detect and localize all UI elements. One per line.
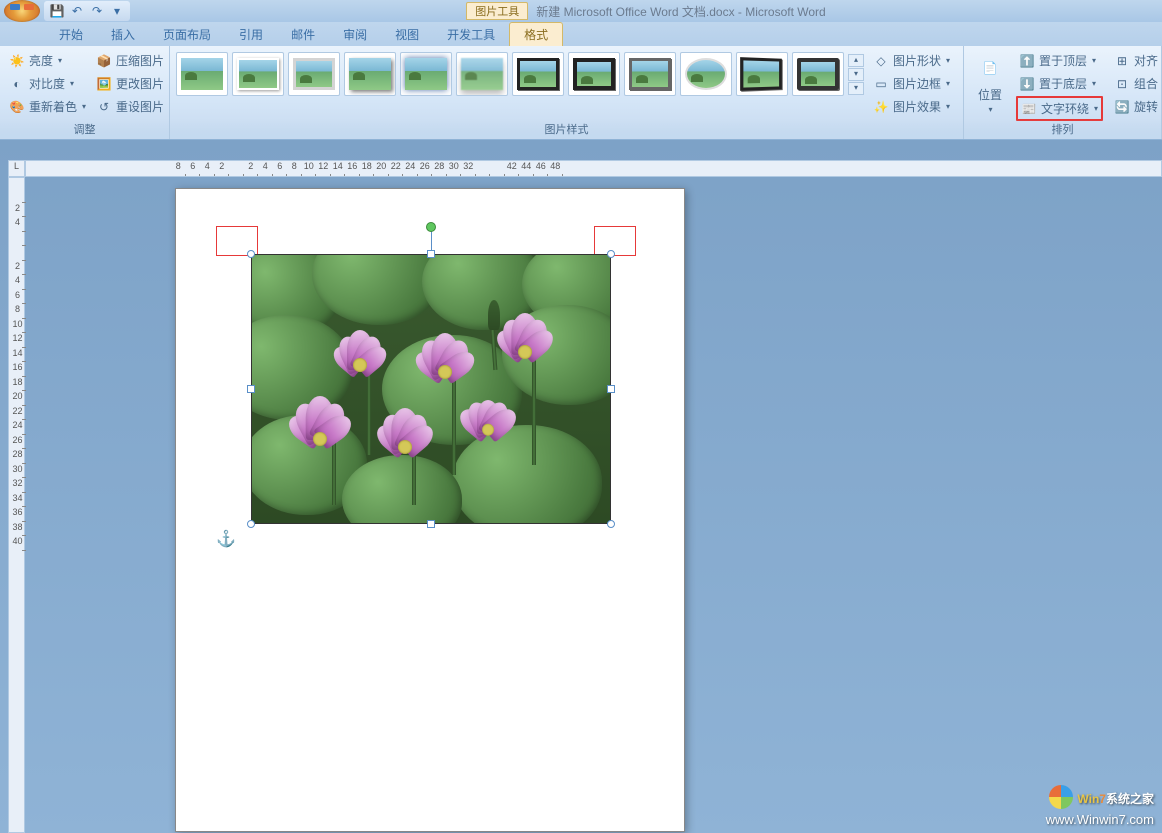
group-icon: ⊡ xyxy=(1114,76,1130,92)
style-thumb[interactable] xyxy=(400,52,452,96)
bring-to-front-button[interactable]: ⬆️置于顶层▾ xyxy=(1016,50,1103,71)
style-thumb[interactable] xyxy=(792,52,844,96)
contrast-button[interactable]: ◐对比度▾ xyxy=(6,73,89,94)
redo-icon[interactable]: ↷ xyxy=(88,2,106,20)
text-wrap-button[interactable]: 📰文字环绕▾ xyxy=(1016,96,1103,121)
brightness-icon: ☀️ xyxy=(9,53,25,69)
context-tab-group-label: 图片工具 xyxy=(466,2,528,20)
picture-shape-button[interactable]: ◇图片形状▾ xyxy=(870,50,953,71)
contrast-icon: ◐ xyxy=(9,76,25,92)
gallery-scroll[interactable]: ▴▾▾ xyxy=(848,54,864,95)
document-page[interactable]: ⚓ xyxy=(175,188,685,832)
style-thumb[interactable] xyxy=(232,52,284,96)
picture-effects-button[interactable]: ✨图片效果▾ xyxy=(870,96,953,117)
tab-insert[interactable]: 插入 xyxy=(97,23,149,46)
change-picture-icon: 🖼️ xyxy=(96,76,112,92)
brightness-button[interactable]: ☀️亮度▾ xyxy=(6,50,89,71)
send-to-back-button[interactable]: ⬇️置于底层▾ xyxy=(1016,73,1103,94)
style-thumb[interactable] xyxy=(176,52,228,96)
tab-mailings[interactable]: 邮件 xyxy=(277,23,329,46)
resize-handle-se[interactable] xyxy=(607,520,615,528)
change-picture-button[interactable]: 🖼️更改图片 xyxy=(93,73,167,94)
resize-handle-w[interactable] xyxy=(247,385,255,393)
style-thumb[interactable] xyxy=(680,52,732,96)
tab-format[interactable]: 格式 xyxy=(509,22,563,46)
ribbon-tabs: 开始 插入 页面布局 引用 邮件 审阅 视图 开发工具 格式 xyxy=(0,22,1162,46)
anchor-icon: ⚓ xyxy=(216,529,236,549)
selected-picture[interactable] xyxy=(251,254,611,524)
picture-border-button[interactable]: ▭图片边框▾ xyxy=(870,73,953,94)
group-label-styles: 图片样式 xyxy=(170,120,963,138)
compress-button[interactable]: 📦压缩图片 xyxy=(93,50,167,71)
style-thumb[interactable] xyxy=(512,52,564,96)
picture-content xyxy=(251,254,611,524)
align-icon: ⊞ xyxy=(1114,53,1130,69)
picture-effects-icon: ✨ xyxy=(873,99,889,115)
style-thumb[interactable] xyxy=(736,52,788,96)
picture-styles-gallery[interactable]: ▴▾▾ xyxy=(174,48,866,100)
group-label-adjust: 调整 xyxy=(0,120,169,138)
text-wrap-icon: 📰 xyxy=(1021,101,1037,117)
align-button[interactable]: ⊞对齐▾ xyxy=(1111,50,1162,71)
reset-picture-icon: ↺ xyxy=(96,99,112,115)
qat-customize-icon[interactable]: ▾ xyxy=(108,2,126,20)
windows-flag-icon xyxy=(1049,785,1073,809)
save-icon[interactable]: 💾 xyxy=(48,2,66,20)
rotate-button[interactable]: 🔄旋转▾ xyxy=(1111,96,1162,117)
ribbon: ☀️亮度▾ ◐对比度▾ 🎨重新着色▾ 📦压缩图片 🖼️更改图片 ↺重设图片 调整 xyxy=(0,46,1162,140)
quick-access-toolbar: 💾 ↶ ↷ ▾ xyxy=(44,1,130,21)
tab-view[interactable]: 视图 xyxy=(381,23,433,46)
style-thumb[interactable] xyxy=(344,52,396,96)
resize-handle-ne[interactable] xyxy=(607,250,615,258)
tab-developer[interactable]: 开发工具 xyxy=(433,23,509,46)
document-workspace: L 86422468101214161820222426283032424446… xyxy=(0,140,1162,833)
position-button[interactable]: 📄 位置 ▾ xyxy=(968,48,1012,118)
picture-border-icon: ▭ xyxy=(873,76,889,92)
office-button[interactable] xyxy=(4,0,40,22)
tab-page-layout[interactable]: 页面布局 xyxy=(149,23,225,46)
resize-handle-e[interactable] xyxy=(607,385,615,393)
group-label-arrange: 排列 xyxy=(964,120,1161,138)
group-button[interactable]: ⊡组合▾ xyxy=(1111,73,1162,94)
horizontal-ruler[interactable]: 8642246810121416182022242628303242444648 xyxy=(25,160,1162,177)
watermark-url: www.Winwin7.com xyxy=(1046,812,1154,827)
picture-shape-icon: ◇ xyxy=(873,53,889,69)
vertical-ruler[interactable]: 24246810121416182022242628303234363840 xyxy=(8,177,25,833)
resize-handle-n[interactable] xyxy=(427,250,435,258)
reset-picture-button[interactable]: ↺重设图片 xyxy=(93,96,167,117)
rotation-handle[interactable] xyxy=(426,222,436,232)
resize-handle-sw[interactable] xyxy=(247,520,255,528)
style-thumb[interactable] xyxy=(288,52,340,96)
bring-front-icon: ⬆️ xyxy=(1019,53,1035,69)
crop-mark-top-right xyxy=(594,226,636,256)
document-title: 新建 Microsoft Office Word 文档.docx - Micro… xyxy=(536,3,825,20)
style-thumb[interactable] xyxy=(456,52,508,96)
position-icon: 📄 xyxy=(974,52,1006,84)
tab-references[interactable]: 引用 xyxy=(225,23,277,46)
tab-home[interactable]: 开始 xyxy=(45,23,97,46)
recolor-icon: 🎨 xyxy=(9,99,25,115)
style-thumb[interactable] xyxy=(624,52,676,96)
compress-icon: 📦 xyxy=(96,53,112,69)
tab-review[interactable]: 审阅 xyxy=(329,23,381,46)
undo-icon[interactable]: ↶ xyxy=(68,2,86,20)
send-back-icon: ⬇️ xyxy=(1019,76,1035,92)
style-thumb[interactable] xyxy=(568,52,620,96)
watermark: Win7系统之家 www.Winwin7.com xyxy=(1046,785,1154,827)
resize-handle-s[interactable] xyxy=(427,520,435,528)
ruler-corner[interactable]: L xyxy=(8,160,25,177)
recolor-button[interactable]: 🎨重新着色▾ xyxy=(6,96,89,117)
resize-handle-nw[interactable] xyxy=(247,250,255,258)
rotate-icon: 🔄 xyxy=(1114,99,1130,115)
